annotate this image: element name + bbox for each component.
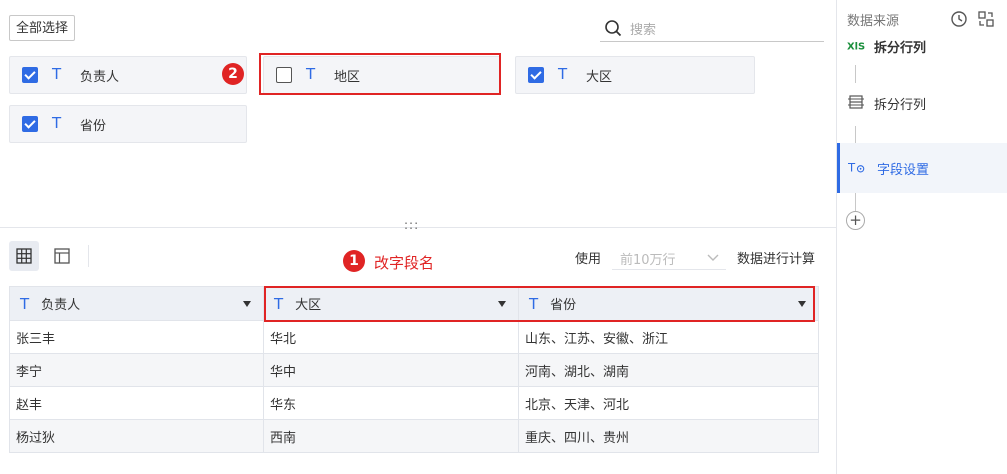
- column-header-label: 负责人: [41, 298, 81, 313]
- field-checkbox[interactable]: [528, 67, 544, 83]
- search-box[interactable]: 搜索: [600, 14, 824, 42]
- search-icon: [605, 20, 622, 37]
- table-cell: 西南: [263, 419, 519, 453]
- step-split-rows[interactable]: 拆分行列: [837, 78, 1007, 128]
- step-connector: [855, 193, 856, 211]
- annotation-badge-1: 1: [343, 250, 365, 272]
- field-settings-icon: T: [848, 161, 865, 175]
- main-area: 全部选择 搜索 T 负责人 T 地区 T 大区 T 省份 2 ::: 1 改字段…: [0, 0, 836, 474]
- row-limit-select[interactable]: 前10万行: [612, 244, 726, 270]
- toolbar-divider: [88, 245, 89, 267]
- grid-view-button[interactable]: [9, 241, 39, 271]
- xls-icon: XlS: [847, 42, 865, 53]
- table-cell: 山东、江苏、安徽、浙江: [518, 320, 819, 354]
- add-step-button[interactable]: +: [846, 211, 865, 230]
- field-label: 省份: [80, 119, 107, 134]
- column-header-owner[interactable]: T 负责人: [9, 286, 264, 321]
- svg-text:XlS: XlS: [847, 42, 865, 53]
- field-card-big-region[interactable]: T 大区: [515, 56, 755, 94]
- table-cell: 华北: [263, 320, 519, 354]
- field-card-owner[interactable]: T 负责人: [9, 56, 247, 94]
- table-cell: 重庆、四川、贵州: [518, 419, 819, 453]
- field-checkbox[interactable]: [22, 116, 38, 132]
- step-label: 拆分行列: [874, 41, 927, 56]
- table-cell: 赵丰: [9, 386, 264, 420]
- annotation-rename-hint: 改字段名: [374, 254, 435, 272]
- table-cell: 北京、天津、河北: [518, 386, 819, 420]
- text-type-icon: T: [558, 65, 568, 83]
- use-label: 使用: [575, 252, 602, 267]
- layout-view-button[interactable]: [47, 241, 77, 271]
- table-cell: 华东: [263, 386, 519, 420]
- grid-icon: [16, 248, 32, 264]
- text-type-icon: T: [52, 65, 62, 83]
- text-type-icon: T: [52, 114, 62, 132]
- table-row: 赵丰 华东 北京、天津、河北: [9, 386, 819, 420]
- table-cell: 华中: [263, 353, 519, 387]
- search-input[interactable]: 搜索: [630, 19, 656, 38]
- process-side-panel: 数据来源 XlS 拆分行列 拆分行列 T 字段设置 +: [836, 0, 1007, 474]
- step-connector: [855, 126, 856, 144]
- layout-icon: [54, 248, 70, 264]
- table-cell: 河南、湖北、湖南: [518, 353, 819, 387]
- chevron-down-icon: [707, 254, 719, 261]
- field-label: 大区: [586, 70, 613, 85]
- field-checkbox[interactable]: [22, 67, 38, 83]
- text-type-icon: T: [20, 295, 30, 313]
- annotation-badge-2: 2: [222, 63, 244, 85]
- table-row: 李宁 华中 河南、湖北、湖南: [9, 353, 819, 387]
- calc-label: 数据进行计算: [737, 252, 816, 267]
- select-all-button[interactable]: 全部选择: [9, 15, 76, 41]
- field-card-province[interactable]: T 省份: [9, 105, 247, 143]
- table-cell: 张三丰: [9, 320, 264, 354]
- step-label: 拆分行列: [874, 98, 927, 113]
- table-cell: 李宁: [9, 353, 264, 387]
- field-label: 负责人: [80, 70, 120, 85]
- split-rows-icon: [848, 95, 864, 109]
- step-label: 字段设置: [877, 163, 930, 178]
- row-limit-value: 前10万行: [620, 253, 676, 268]
- drag-handle-icon[interactable]: :::: [404, 218, 419, 232]
- table-row: 张三丰 华北 山东、江苏、安徽、浙江: [9, 320, 819, 354]
- table-cell: 杨过狄: [9, 419, 264, 453]
- step-field-settings[interactable]: T 字段设置: [837, 143, 1007, 193]
- svg-text:T: T: [848, 161, 856, 175]
- caret-down-icon[interactable]: [243, 301, 251, 307]
- step-split-rows-source[interactable]: XlS 拆分行列: [837, 21, 1007, 71]
- table-row: 杨过狄 西南 重庆、四川、贵州: [9, 419, 819, 453]
- highlight-box-region: [259, 53, 501, 95]
- highlight-box-headers: [264, 286, 815, 322]
